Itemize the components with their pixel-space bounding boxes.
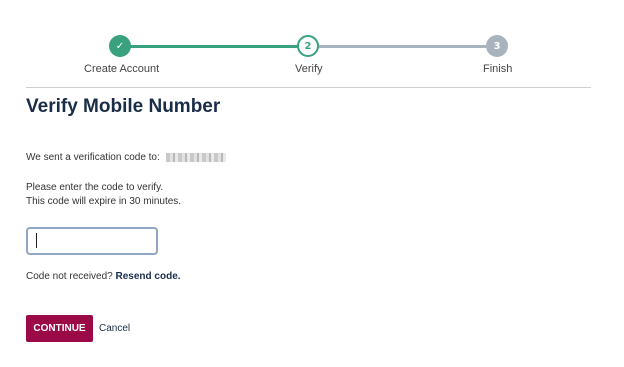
checkmark-icon: ✓	[109, 35, 131, 57]
step-2-indicator: 2	[297, 35, 319, 57]
progress-stepper: ✓ 2 3 Create Account Verify Finish	[0, 0, 624, 90]
stepper-track-upcoming	[308, 45, 498, 48]
step-3-indicator: 3	[486, 35, 508, 57]
instruction-line-2: This code will expire in 30 minutes.	[26, 196, 182, 207]
step-label-verify: Verify	[295, 63, 323, 75]
continue-button[interactable]: CONTINUE	[26, 315, 93, 342]
header-divider	[26, 87, 591, 88]
cancel-link[interactable]: Cancel	[99, 323, 130, 334]
step-label-finish: Finish	[483, 63, 513, 75]
text-caret	[36, 233, 37, 248]
sent-code-text: We sent a verification code to:	[26, 152, 160, 163]
step-label-create-account: Create Account	[84, 63, 160, 75]
stepper-track-complete	[120, 45, 308, 48]
page-title: Verify Mobile Number	[26, 96, 221, 117]
resend-row: Code not received? Resend code.	[26, 270, 181, 284]
redacted-phone-number	[165, 152, 226, 162]
verification-code-input[interactable]	[26, 227, 158, 255]
sent-code-message: We sent a verification code to:	[26, 151, 226, 165]
instructions: Please enter the code to verify. This co…	[26, 181, 181, 209]
instruction-line-1: Please enter the code to verify.	[26, 182, 164, 193]
code-not-received-text: Code not received?	[26, 271, 113, 282]
resend-code-link[interactable]: Resend code.	[116, 271, 181, 282]
